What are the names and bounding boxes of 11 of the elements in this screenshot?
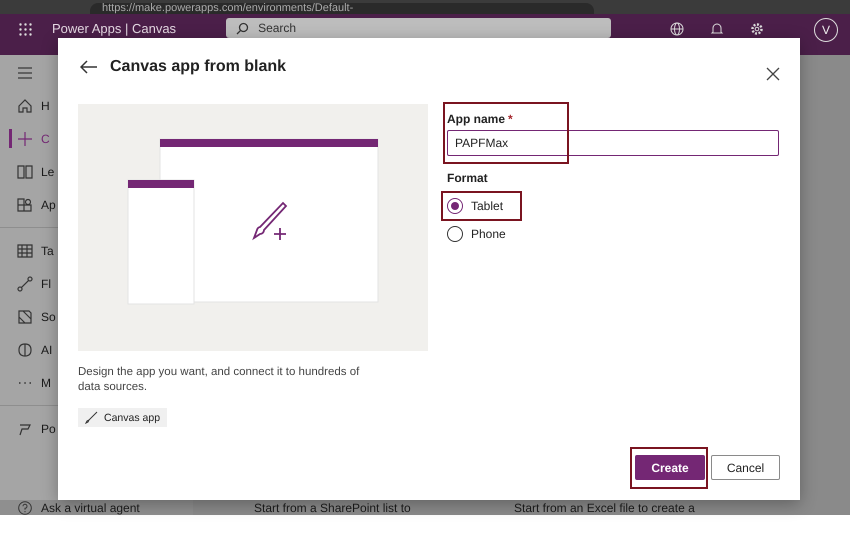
radio-label: Phone: [471, 227, 506, 241]
template-card-text: Start from an Excel file to create a: [514, 501, 696, 515]
required-mark: *: [508, 112, 513, 126]
radio-label: Tablet: [471, 199, 504, 213]
field-label: Format: [447, 171, 489, 185]
field-label: App name: [447, 112, 506, 126]
dialog-title: Canvas app from blank: [110, 58, 286, 76]
canvas-app-tag: Canvas app: [78, 408, 168, 427]
dialog-description: Design the app you want, and connect it to hundreds of data sources.: [78, 365, 360, 395]
app-title: Power Apps | Canvas: [52, 21, 176, 36]
template-card-text: Start from a SharePoint list to: [254, 501, 412, 515]
